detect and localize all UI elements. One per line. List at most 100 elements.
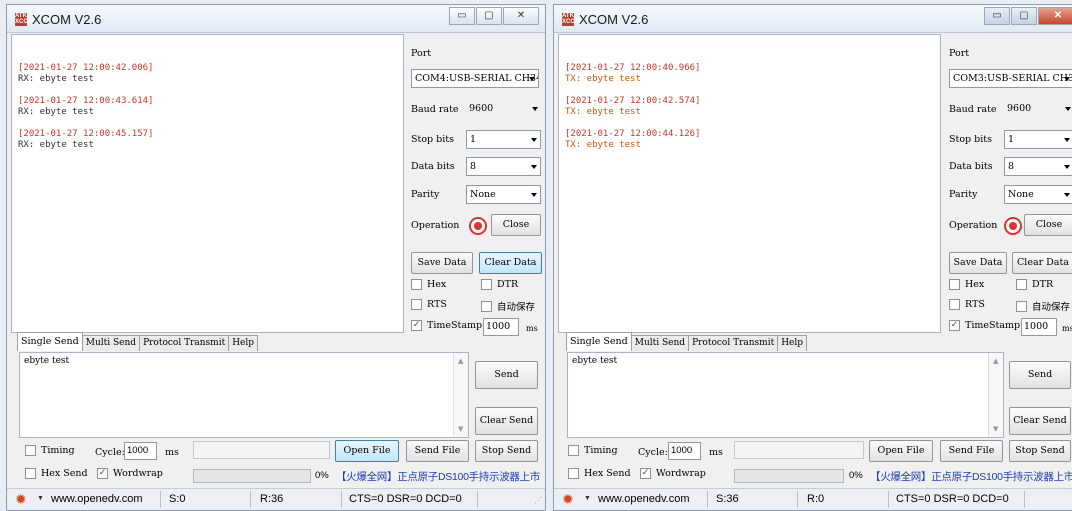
gear-icon[interactable]: ✹ (15, 492, 27, 506)
cycle-input[interactable]: 1000 (124, 442, 157, 460)
send-textarea[interactable]: ebyte test ▲ ▼ (567, 352, 1004, 438)
resize-grip-icon[interactable]: ⋰ (534, 496, 542, 505)
promo-link[interactable]: 【火爆全网】正点原子DS100手持示波器上市 (870, 469, 1072, 484)
parity-select[interactable]: None (1004, 185, 1072, 204)
log-timestamp: [2021-01-27 12:00:44.126] (565, 129, 701, 139)
promo-link[interactable]: 【火爆全网】正点原子DS100手持示波器上市 (336, 469, 540, 484)
dtr-checkbox[interactable]: DTR (1016, 279, 1053, 290)
gear-icon[interactable]: ✹ (562, 492, 574, 506)
timing-checkbox[interactable]: Timing (25, 445, 75, 456)
maximize-button[interactable]: ▢ (1011, 7, 1037, 25)
file-path-input[interactable] (193, 441, 330, 459)
port-select[interactable]: COM4:USB-SERIAL CH34C (411, 69, 539, 88)
data-bits-label: Data bits (411, 161, 455, 172)
scroll-up-icon[interactable]: ▲ (993, 357, 998, 365)
progress-percent: 0% (849, 470, 863, 481)
title-bar[interactable]: ATK XCOM XCOM V2.6 ▭ ▢ ✕ (554, 5, 1072, 33)
autosave-checkbox[interactable]: 自动保存 (481, 299, 535, 313)
save-data-button[interactable]: Save Data (949, 252, 1007, 274)
rts-checkbox[interactable]: RTS (411, 299, 447, 310)
send-tabs: Single Send Multi Send Protocol Transmit… (566, 332, 808, 351)
open-file-button[interactable]: Open File (869, 440, 933, 462)
scroll-up-icon[interactable]: ▲ (458, 357, 463, 365)
maximize-button[interactable]: ▢ (476, 7, 502, 25)
dtr-checkbox[interactable]: DTR (481, 279, 518, 290)
hex-send-checkbox[interactable]: Hex Send (568, 468, 631, 479)
tab-help[interactable]: Help (777, 335, 808, 351)
cycle-input[interactable]: 1000 (668, 442, 701, 460)
scroll-down-icon[interactable]: ▼ (993, 425, 998, 433)
close-port-button[interactable]: Close (1024, 214, 1072, 236)
app-logo-icon: ATK XCOM (15, 13, 33, 26)
clear-data-button[interactable]: Clear Data (479, 252, 542, 274)
data-bits-select[interactable]: 8 (1004, 157, 1072, 176)
data-bits-select[interactable]: 8 (466, 157, 541, 176)
baud-select[interactable]: 9600 (466, 100, 541, 119)
close-window-button[interactable]: ✕ (503, 7, 539, 25)
hex-checkbox[interactable]: Hex (949, 279, 984, 290)
close-window-button[interactable]: ✕ (1038, 7, 1072, 25)
minimize-button[interactable]: ▭ (449, 7, 475, 25)
scrollbar[interactable]: ▲ ▼ (988, 353, 1003, 437)
tab-single-send[interactable]: Single Send (17, 332, 83, 351)
tab-help[interactable]: Help (228, 335, 259, 351)
checkbox-box (1016, 279, 1027, 290)
parity-label: Parity (411, 189, 440, 200)
send-file-button[interactable]: Send File (940, 440, 1003, 462)
tab-protocol-transmit[interactable]: Protocol Transmit (139, 335, 230, 351)
tab-multi-send[interactable]: Multi Send (81, 335, 141, 351)
scroll-down-icon[interactable]: ▼ (458, 425, 463, 433)
receive-log[interactable]: [2021-01-27 12:00:42.006] RX: ebyte test… (11, 34, 404, 333)
wordwrap-checkbox[interactable]: ✓ Wordwrap (97, 468, 163, 479)
port-select[interactable]: COM3:USB-SERIAL CH34C (949, 69, 1072, 88)
chevron-down-icon (1065, 107, 1071, 111)
send-file-button[interactable]: Send File (406, 440, 469, 462)
timestamp-checkbox[interactable]: ✓ TimeStamp (411, 320, 482, 331)
port-value: COM4:USB-SERIAL CH34C (415, 73, 539, 84)
stop-bits-select[interactable]: 1 (1004, 130, 1072, 149)
timestamp-input[interactable]: 1000 (1021, 318, 1057, 336)
timestamp-checkbox[interactable]: ✓ TimeStamp (949, 320, 1020, 331)
tab-protocol-transmit[interactable]: Protocol Transmit (688, 335, 779, 351)
hex-send-checkbox[interactable]: Hex Send (25, 468, 88, 479)
log-line: RX: ebyte test (18, 107, 94, 117)
title-bar[interactable]: ATK XCOM XCOM V2.6 ▭ ▢ ✕ (7, 5, 545, 33)
wordwrap-checkbox[interactable]: ✓ Wordwrap (640, 468, 706, 479)
stop-bits-select[interactable]: 1 (466, 130, 541, 149)
send-textarea[interactable]: ebyte test ▲ ▼ (19, 352, 469, 438)
parity-select[interactable]: None (466, 185, 541, 204)
save-data-button[interactable]: Save Data (411, 252, 473, 274)
status-url[interactable]: www.openedv.com (51, 493, 143, 505)
timestamp-input[interactable]: 1000 (483, 318, 519, 336)
chevron-down-icon[interactable]: ▼ (584, 495, 591, 502)
port-status-icon (469, 217, 487, 235)
autosave-checkbox[interactable]: 自动保存 (1016, 299, 1070, 313)
clear-send-button[interactable]: Clear Send (475, 407, 538, 435)
minimize-button[interactable]: ▭ (984, 7, 1010, 25)
status-url[interactable]: www.openedv.com (598, 493, 690, 505)
divider (160, 491, 161, 508)
open-file-button[interactable]: Open File (335, 440, 399, 462)
tab-single-send[interactable]: Single Send (566, 332, 632, 351)
scrollbar[interactable]: ▲ ▼ (453, 353, 468, 437)
close-port-button[interactable]: Close (491, 214, 541, 236)
send-button[interactable]: Send (475, 361, 538, 389)
baud-select[interactable]: 9600 (1004, 100, 1072, 119)
hex-label: Hex (965, 279, 985, 290)
send-button[interactable]: Send (1009, 361, 1071, 389)
clear-send-button[interactable]: Clear Send (1009, 407, 1071, 435)
log-entry: [2021-01-27 12:00:40.966] TX: ebyte test (565, 63, 940, 85)
receive-log[interactable]: [2021-01-27 12:00:40.966] TX: ebyte test… (558, 34, 941, 333)
tab-multi-send[interactable]: Multi Send (630, 335, 690, 351)
divider (797, 491, 798, 508)
chevron-down-icon (1064, 138, 1070, 142)
clear-data-button[interactable]: Clear Data (1012, 252, 1072, 274)
file-path-input[interactable] (734, 441, 864, 459)
hex-checkbox[interactable]: Hex (411, 279, 446, 290)
stop-send-button[interactable]: Stop Send (475, 440, 538, 462)
timing-checkbox[interactable]: Timing (568, 445, 618, 456)
rts-checkbox[interactable]: RTS (949, 299, 985, 310)
log-entry: [2021-01-27 12:00:43.614] RX: ebyte test (18, 96, 403, 118)
stop-send-button[interactable]: Stop Send (1009, 440, 1071, 462)
chevron-down-icon[interactable]: ▼ (37, 495, 44, 502)
